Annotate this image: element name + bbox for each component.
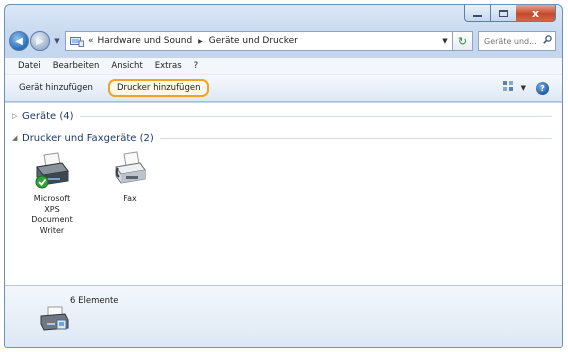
breadcrumb-devices-printers[interactable]: Geräte und Drucker bbox=[209, 36, 298, 46]
add-device-button[interactable]: Gerät hinzufügen bbox=[13, 80, 99, 96]
device-label-line: XPS bbox=[44, 204, 60, 214]
help-icon: ? bbox=[540, 84, 545, 93]
forward-arrow-icon: ▶ bbox=[36, 35, 44, 47]
group-header-printers[interactable]: ◢ Drucker und Faxgeräte (2) bbox=[12, 131, 552, 145]
search-icon[interactable] bbox=[543, 35, 552, 47]
menu-extras[interactable]: Extras bbox=[149, 61, 188, 71]
group-divider bbox=[159, 137, 552, 139]
breadcrumb-separator-icon[interactable]: ▶ bbox=[198, 38, 203, 45]
back-arrow-icon: ◀ bbox=[15, 35, 23, 47]
devices-printers-icon bbox=[39, 306, 69, 335]
search-input[interactable] bbox=[484, 36, 540, 46]
device-xps-writer[interactable]: Microsoft XPS Document Writer bbox=[29, 151, 75, 236]
chevron-down-icon: ▼ bbox=[442, 37, 448, 45]
add-printer-button[interactable]: Drucker hinzufügen bbox=[107, 79, 210, 97]
address-row: ◀ ▶ ▼ « Hardware und Sound ▶ Geräte und … bbox=[9, 28, 558, 54]
breadcrumb-overflow[interactable]: « bbox=[88, 36, 94, 46]
collapse-arrow-icon[interactable]: ◢ bbox=[12, 134, 22, 142]
explorer-window: x ◀ ▶ ▼ « Hardware und Sound ▶ Geräte un… bbox=[4, 4, 563, 348]
back-button[interactable]: ◀ bbox=[9, 31, 29, 51]
device-fax[interactable]: Fax bbox=[107, 151, 153, 205]
device-label-line: Writer bbox=[39, 225, 65, 235]
chevron-down-icon: ▼ bbox=[54, 37, 60, 45]
minimize-icon bbox=[473, 14, 482, 17]
group-header-devices[interactable]: ▷ Geräte (4) bbox=[12, 109, 552, 123]
details-pane: 6 Elemente bbox=[5, 285, 562, 347]
menu-datei[interactable]: Datei bbox=[12, 61, 47, 71]
control-panel-icon bbox=[70, 36, 84, 47]
caption-buttons: x bbox=[464, 5, 556, 22]
close-button[interactable]: x bbox=[516, 5, 556, 22]
menu-bearbeiten[interactable]: Bearbeiten bbox=[47, 61, 106, 71]
fax-icon bbox=[112, 151, 148, 194]
item-count-label: 6 Elemente bbox=[70, 296, 119, 306]
maximize-button[interactable] bbox=[490, 5, 516, 22]
device-label-line: Document bbox=[31, 215, 73, 224]
menu-help[interactable]: ? bbox=[188, 61, 205, 71]
close-icon: x bbox=[531, 6, 540, 20]
minimize-button[interactable] bbox=[464, 5, 490, 22]
breadcrumb-hardware-sound[interactable]: Hardware und Sound bbox=[98, 36, 193, 46]
change-view-button[interactable]: ▼ bbox=[502, 81, 526, 94]
address-bar[interactable]: « Hardware und Sound ▶ Geräte und Drucke… bbox=[65, 31, 453, 51]
forward-button[interactable]: ▶ bbox=[30, 31, 50, 51]
maximize-icon bbox=[499, 9, 508, 17]
printer-default-icon bbox=[34, 152, 70, 194]
menu-ansicht[interactable]: Ansicht bbox=[105, 61, 148, 71]
view-options-icon bbox=[502, 81, 515, 94]
chevron-down-icon: ▼ bbox=[520, 83, 526, 92]
group-divider bbox=[79, 115, 552, 117]
refresh-button[interactable]: ↻ bbox=[453, 31, 473, 51]
device-label-line: Fax bbox=[123, 194, 137, 203]
devices-content-area: ▷ Geräte (4) ◢ Drucker und Faxgeräte (2) bbox=[5, 103, 562, 285]
expand-arrow-icon[interactable]: ▷ bbox=[12, 112, 22, 120]
search-box[interactable] bbox=[478, 31, 556, 51]
help-button[interactable]: ? bbox=[536, 82, 549, 95]
menu-bar: Datei Bearbeiten Ansicht Extras ? bbox=[5, 57, 562, 74]
command-bar: Gerät hinzufügen Drucker hinzufügen ▼ ? bbox=[5, 74, 562, 102]
refresh-icon: ↻ bbox=[457, 34, 468, 48]
address-dropdown-button[interactable]: ▼ bbox=[438, 32, 452, 50]
group-label-devices: Geräte (4) bbox=[22, 110, 74, 122]
device-label-line: Microsoft bbox=[33, 194, 71, 203]
recent-pages-button[interactable]: ▼ bbox=[52, 37, 62, 45]
group-label-printers: Drucker und Faxgeräte (2) bbox=[22, 132, 154, 144]
